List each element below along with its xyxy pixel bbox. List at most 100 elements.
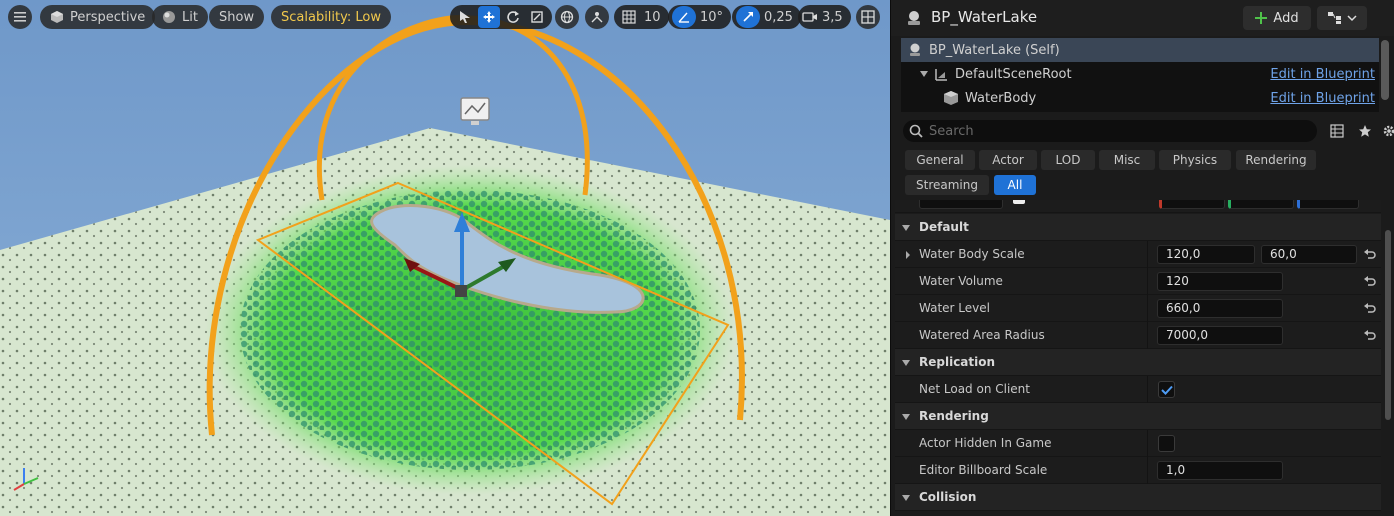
editor-billboard-scale-input[interactable]: 1,0	[1157, 461, 1283, 480]
grid-snap-value[interactable]: 10	[642, 10, 665, 25]
level-viewport[interactable]: Perspective Lit Show Scalability: Low 10…	[0, 0, 890, 516]
camera-icon	[802, 12, 817, 22]
transform-tools	[450, 5, 552, 29]
filter-tab-streaming[interactable]: Streaming	[905, 175, 989, 195]
category-collision[interactable]: Collision	[895, 484, 1381, 511]
cube-icon	[944, 91, 958, 105]
viewport-menu-button[interactable]	[8, 5, 32, 29]
camera-speed-value: 3,5	[822, 9, 843, 25]
grid-snap-group[interactable]: 10	[614, 5, 669, 29]
actor-icon	[910, 43, 920, 56]
perspective-button[interactable]: Perspective	[40, 5, 156, 29]
scale-snap-value[interactable]: 0,25	[762, 10, 797, 25]
property-editor-billboard-scale: Editor Billboard Scale 1,0	[895, 457, 1381, 484]
scale-snap-toggle[interactable]	[736, 6, 760, 28]
rotation-snap-value[interactable]: 10°	[698, 10, 727, 25]
details-panel: BP_WaterLake Add BP_WaterLake (Self) Def…	[890, 0, 1394, 516]
translate-tool-button[interactable]	[478, 6, 500, 28]
table-icon	[1330, 124, 1344, 138]
surface-snap-toggle[interactable]	[585, 5, 609, 29]
reset-arrow-icon[interactable]	[1363, 274, 1377, 288]
grid-snap-toggle[interactable]	[618, 6, 640, 28]
move-arrows-icon	[483, 11, 495, 23]
water-volume-input[interactable]: 120	[1157, 272, 1283, 291]
net-load-on-client-checkbox[interactable]	[1158, 381, 1175, 398]
scale-snap-icon	[743, 12, 753, 22]
property-water-body-scale: Water Body Scale 120,0 60,0	[895, 241, 1381, 268]
water-body-scale-x-input[interactable]: 120,0	[1157, 245, 1255, 264]
rotate-tool-button[interactable]	[502, 6, 524, 28]
filter-tab-misc[interactable]: Misc	[1099, 150, 1155, 170]
water-body-scale-y-input[interactable]: 60,0	[1261, 245, 1357, 264]
component-row-self[interactable]: BP_WaterLake (Self)	[901, 38, 1379, 62]
component-row-water-body[interactable]: WaterBody Edit in Blueprint	[901, 86, 1379, 110]
component-tree: BP_WaterLake (Self) DefaultSceneRoot Edi…	[901, 38, 1379, 112]
checkmark-icon	[1160, 385, 1173, 395]
angle-icon	[678, 12, 689, 23]
star-icon	[1359, 125, 1371, 137]
property-net-load-on-client: Net Load on Client	[895, 376, 1381, 403]
watered-area-radius-input[interactable]: 7000,0	[1157, 326, 1283, 345]
surface-snap-icon	[591, 12, 603, 23]
filter-tab-all[interactable]: All	[994, 175, 1036, 195]
scene-component-icon	[935, 69, 947, 81]
show-button[interactable]: Show	[209, 5, 265, 29]
add-component-button[interactable]: Add	[1243, 6, 1311, 30]
viewport-layout-button[interactable]	[856, 5, 880, 29]
globe-icon	[560, 10, 574, 24]
scalability-button[interactable]: Scalability: Low	[271, 5, 391, 29]
clipped-transform-row	[895, 200, 1381, 213]
camera-speed-button[interactable]: 3,5	[798, 5, 851, 29]
water-level-input[interactable]: 660,0	[1157, 299, 1283, 318]
edit-in-blueprint-link-root[interactable]: Edit in Blueprint	[1270, 67, 1375, 82]
filter-tab-rendering[interactable]: Rendering	[1236, 150, 1316, 170]
filter-tab-actor[interactable]: Actor	[979, 150, 1037, 170]
scale-tool-button[interactable]	[526, 6, 548, 28]
blueprint-options-button[interactable]	[1317, 6, 1367, 30]
chevron-down-icon	[1347, 15, 1357, 22]
category-replication[interactable]: Replication	[895, 349, 1381, 376]
select-tool-button[interactable]	[454, 6, 476, 28]
cursor-icon	[460, 11, 470, 23]
settings-button[interactable]	[1380, 122, 1394, 140]
lit-sphere-icon	[163, 11, 175, 23]
world-local-toggle[interactable]	[555, 5, 579, 29]
category-default[interactable]: Default	[895, 214, 1381, 241]
filter-tab-physics[interactable]: Physics	[1159, 150, 1231, 170]
component-tree-scrollbar[interactable]	[1381, 40, 1389, 100]
details-search	[903, 120, 1317, 142]
filter-tab-lod[interactable]: LOD	[1041, 150, 1095, 170]
cube-icon	[51, 11, 63, 23]
reset-arrow-icon[interactable]	[1363, 328, 1377, 342]
chevron-down-icon[interactable]	[919, 70, 929, 78]
property-watered-area-radius: Watered Area Radius 7000,0	[895, 322, 1381, 349]
property-water-level: Water Level 660,0	[895, 295, 1381, 322]
scene-render[interactable]	[0, 0, 890, 516]
favorites-button[interactable]	[1356, 122, 1374, 140]
viewport-toolbar: Perspective Lit Show Scalability: Low 10…	[0, 0, 890, 34]
property-matrix-button[interactable]	[1328, 122, 1346, 140]
component-row-default-scene-root[interactable]: DefaultSceneRoot Edit in Blueprint	[901, 62, 1379, 86]
actor-icon	[908, 11, 920, 25]
filter-tab-general[interactable]: General	[905, 150, 975, 170]
search-icon	[909, 124, 923, 138]
search-input[interactable]	[929, 123, 1309, 139]
chevron-down-icon	[902, 225, 910, 231]
actor-hidden-in-game-checkbox[interactable]	[1158, 435, 1175, 452]
property-actor-hidden-in-game: Actor Hidden In Game	[895, 430, 1381, 457]
property-list-scrollbar[interactable]	[1385, 230, 1391, 420]
category-rendering[interactable]: Rendering	[895, 403, 1381, 430]
view-mode-button[interactable]: Lit	[152, 5, 208, 29]
rotation-snap-toggle[interactable]	[672, 6, 696, 28]
scale-snap-group[interactable]: 0,25	[732, 5, 801, 29]
reset-arrow-icon[interactable]	[1363, 301, 1377, 315]
scale-icon	[531, 11, 543, 23]
edit-in-blueprint-link-water-body[interactable]: Edit in Blueprint	[1270, 91, 1375, 106]
layout-grid-icon	[861, 10, 875, 24]
chevron-down-icon	[902, 360, 910, 366]
details-header: BP_WaterLake Add	[891, 0, 1394, 36]
chevron-right-icon[interactable]	[905, 250, 911, 260]
reset-arrow-icon[interactable]	[1363, 247, 1377, 261]
rotate-icon	[507, 11, 519, 23]
rotation-snap-group[interactable]: 10°	[668, 5, 732, 29]
